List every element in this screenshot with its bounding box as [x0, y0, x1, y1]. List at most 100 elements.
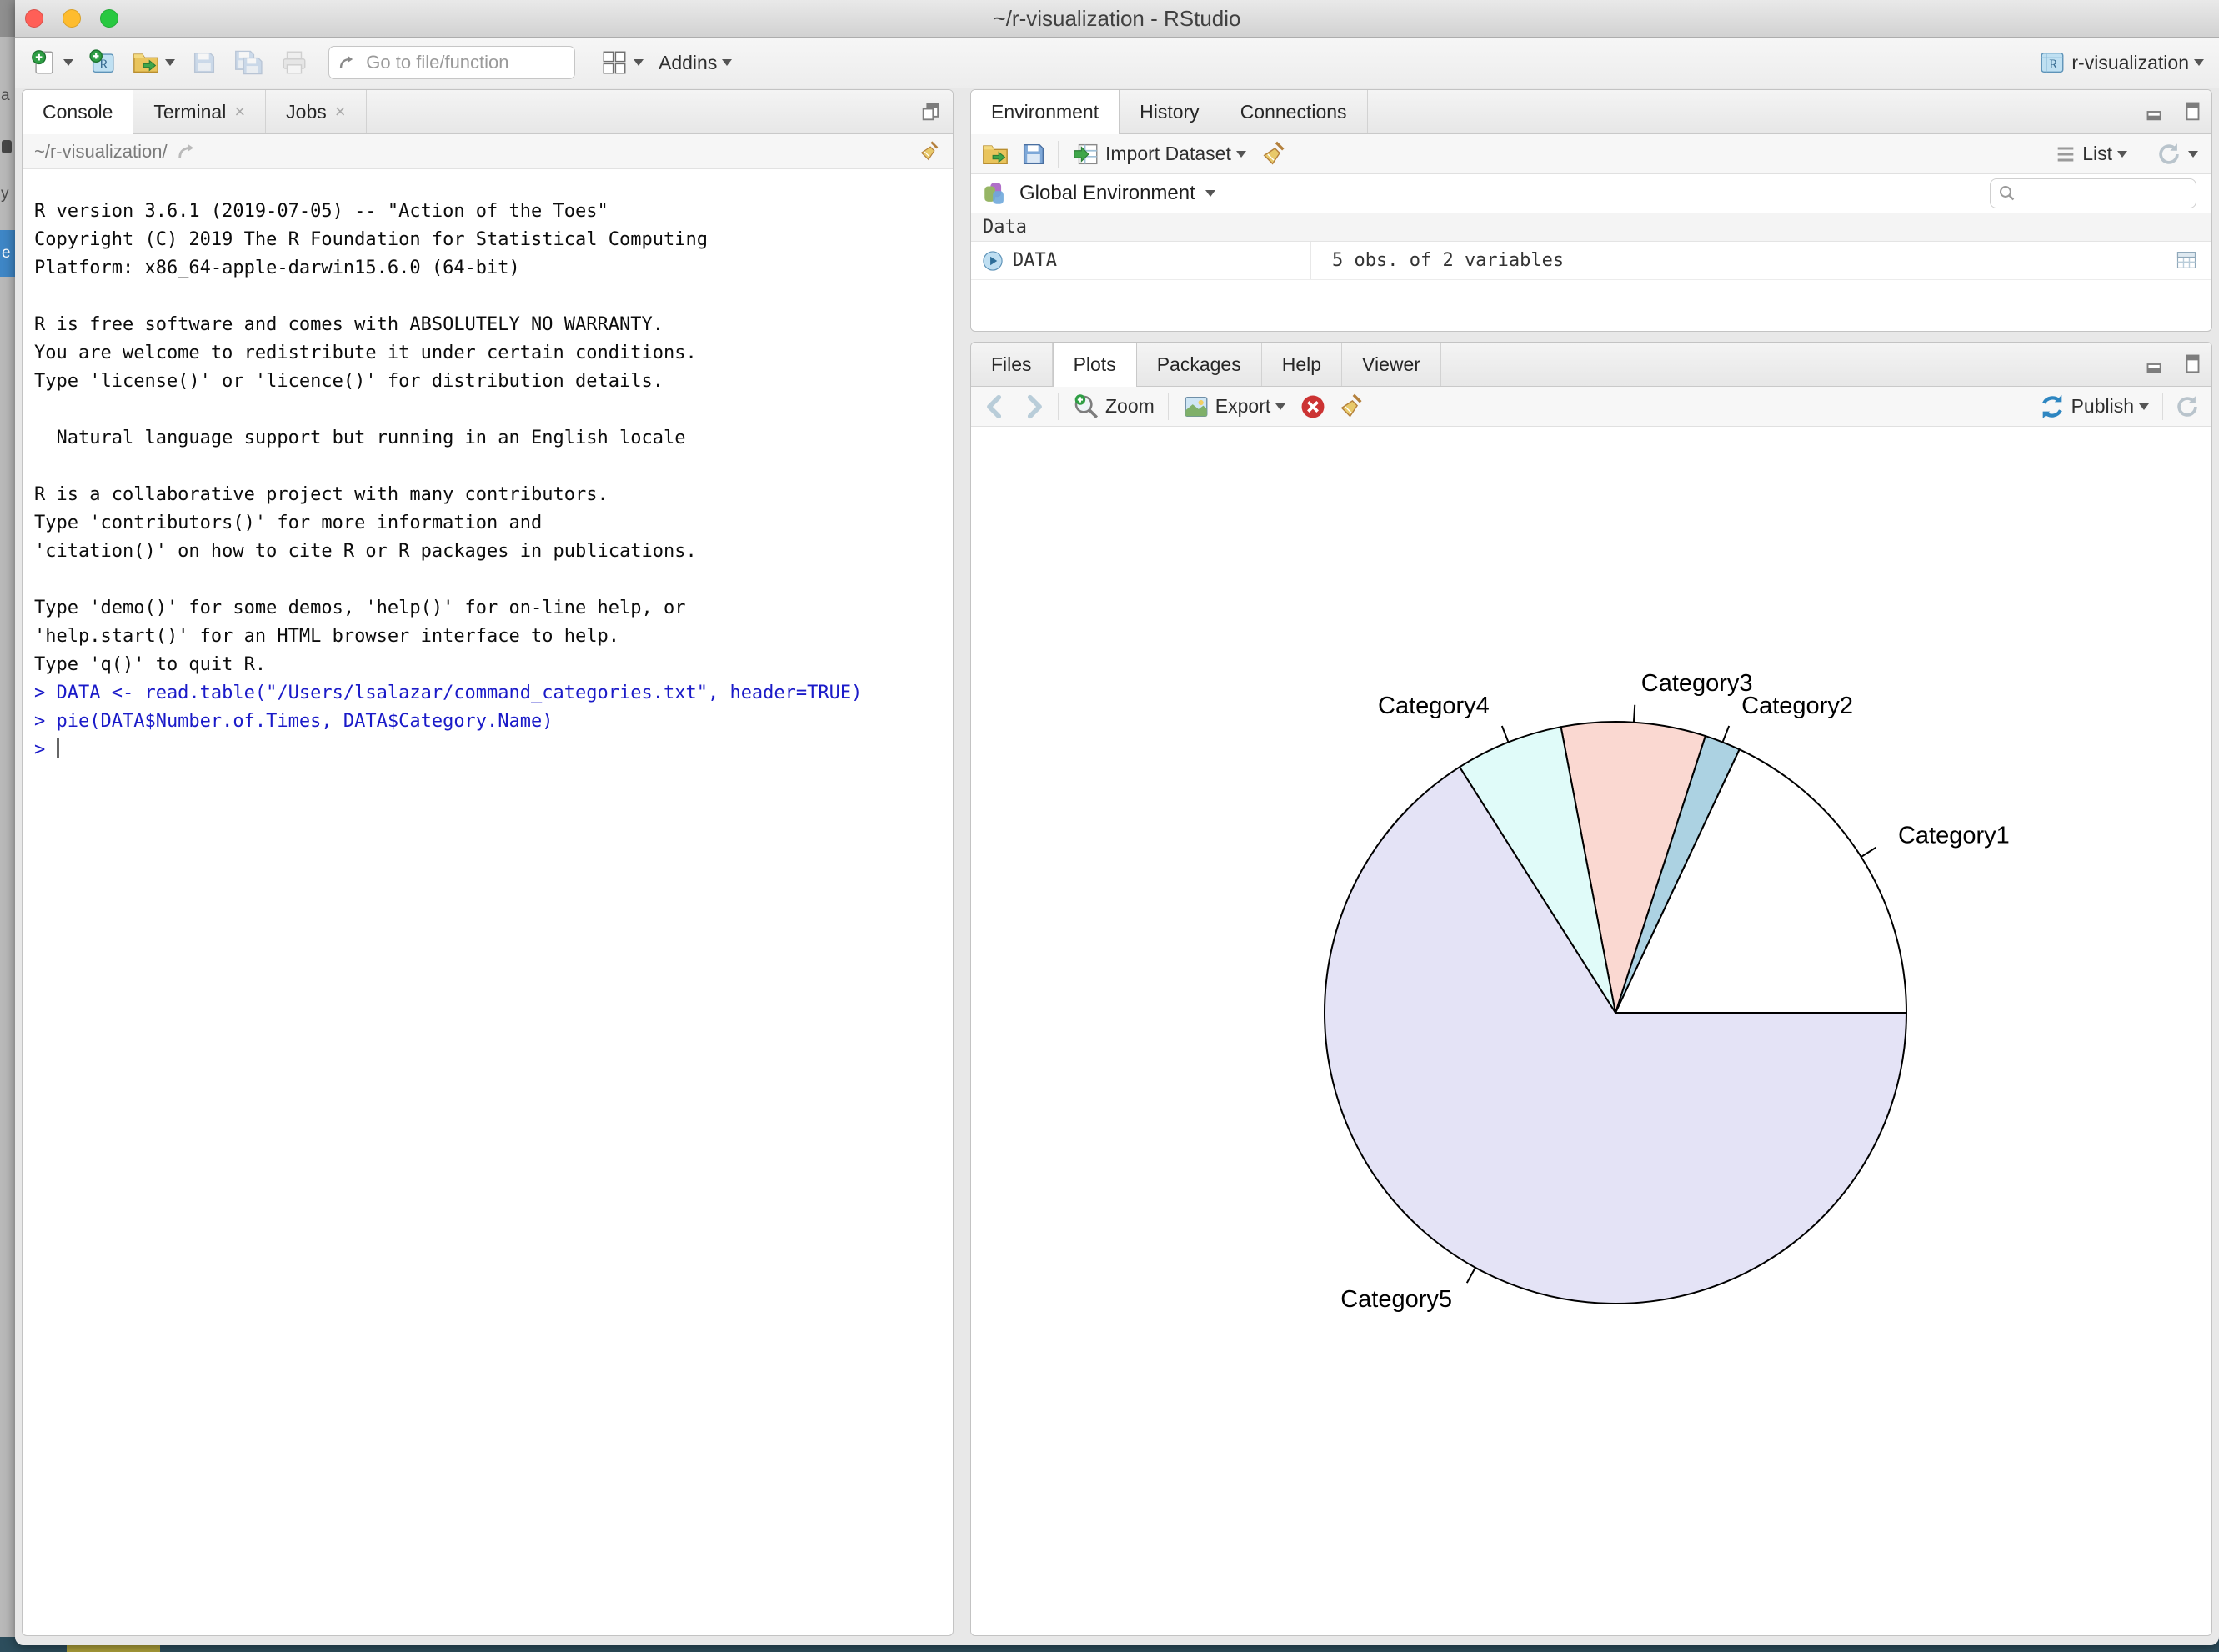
window-title: ~/r-visualization - RStudio	[15, 0, 2219, 37]
minimize-pane-icon[interactable]	[2145, 353, 2168, 376]
tab-jobs[interactable]: Jobs ×	[266, 90, 366, 133]
pie-label-leader	[1634, 705, 1635, 723]
print-button[interactable]	[277, 45, 312, 80]
pie-label-leader	[1467, 1268, 1475, 1283]
tab-terminal[interactable]: Terminal×	[133, 90, 266, 133]
view-data-icon[interactable]	[2175, 248, 2198, 272]
text-cursor	[57, 738, 59, 758]
pie-chart: Category1Category2Category3Category4Cate…	[971, 427, 2211, 1636]
expand-object-icon[interactable]	[981, 249, 1004, 273]
maximize-pane-icon[interactable]	[919, 100, 943, 123]
pie-label-category3: Category3	[1641, 670, 1753, 697]
export-plot-button[interactable]: Export	[1179, 389, 1289, 424]
pane-layout-icon	[600, 48, 629, 77]
pie-label-leader	[1861, 848, 1876, 857]
background-icon-fragment	[2, 140, 12, 153]
tab-label: Jobs	[286, 101, 327, 123]
tab-label: Environment	[991, 101, 1099, 123]
import-dataset-button[interactable]: Import Dataset	[1069, 137, 1250, 172]
tab-packages[interactable]: Packages	[1137, 343, 1262, 386]
plot-area: Category1Category2Category3Category4Cate…	[971, 427, 2211, 1636]
project-menu-button[interactable]: r-visualization	[2035, 45, 2207, 80]
chevron-down-icon[interactable]	[63, 59, 73, 66]
refresh-plot-icon[interactable]	[2173, 393, 2201, 421]
background-window-sliver: a y e	[0, 0, 15, 1637]
environment-search-box[interactable]	[1990, 178, 2196, 208]
chevron-down-icon	[1275, 403, 1285, 410]
pie-label-category4: Category4	[1378, 693, 1490, 719]
refresh-environment-button[interactable]	[2151, 137, 2201, 172]
addins-button[interactable]: Addins	[655, 48, 735, 78]
chevron-down-icon	[2139, 403, 2149, 410]
goto-arrow-icon	[338, 51, 358, 74]
tab-help[interactable]: Help	[1262, 343, 1342, 386]
chevron-down-icon[interactable]	[165, 59, 175, 66]
pie-label-category1: Category1	[1898, 822, 2010, 849]
environment-search-input[interactable]	[2022, 183, 2189, 204]
tab-environment[interactable]: Environment	[971, 90, 1120, 134]
console-body[interactable]: R version 3.6.1 (2019-07-05) -- "Action …	[23, 169, 953, 1598]
pie-label-leader	[1722, 726, 1729, 742]
tab-label: Console	[43, 101, 113, 123]
close-tab-icon[interactable]: ×	[335, 101, 346, 123]
print-icon	[280, 48, 308, 77]
pie-label-leader	[1502, 726, 1509, 742]
goto-directory-icon[interactable]	[176, 140, 199, 163]
save-workspace-icon[interactable]	[1019, 140, 1048, 168]
environment-tabs: Environment History Connections	[971, 90, 1368, 133]
tab-viewer[interactable]: Viewer	[1342, 343, 1441, 386]
minimize-pane-icon[interactable]	[2145, 100, 2168, 123]
background-text-fragment: y	[1, 185, 9, 203]
maximize-pane-icon[interactable]	[2178, 353, 2201, 376]
publish-icon	[2038, 393, 2066, 421]
maximize-pane-icon[interactable]	[2178, 100, 2201, 123]
tab-files[interactable]: Files	[971, 343, 1053, 386]
new-file-button[interactable]	[27, 45, 77, 80]
rstudio-window: ~/r-visualization - RStudio Addins r-vis…	[15, 0, 2219, 1645]
tab-label: Connections	[1240, 101, 1347, 123]
tab-label: History	[1140, 101, 1200, 123]
goto-file-input[interactable]	[364, 51, 566, 74]
background-selected-item-fragment: e	[0, 230, 15, 277]
list-view-button[interactable]: List	[2051, 139, 2131, 169]
console-commands: > DATA <- read.table("/Users/lsalazar/co…	[34, 679, 953, 736]
environment-object-list: DATA5 obs. of 2 variables	[971, 242, 2211, 280]
save-button[interactable]	[187, 45, 222, 80]
chevron-down-icon[interactable]	[634, 59, 644, 66]
console-prompt-line[interactable]: >	[34, 736, 953, 764]
console-tabs: Console Terminal× Jobs ×	[23, 90, 367, 133]
chevron-down-icon	[2194, 59, 2204, 66]
close-tab-icon[interactable]: ×	[234, 101, 245, 123]
environment-tabbar: Environment History Connections	[971, 90, 2211, 134]
clear-all-plots-icon[interactable]	[1337, 393, 1365, 421]
console-tabbar: Console Terminal× Jobs ×	[23, 90, 953, 134]
plots-toolbar: Zoom Export Publish	[971, 387, 2211, 427]
publish-label: Publish	[2071, 395, 2134, 418]
list-view-label: List	[2082, 143, 2112, 165]
open-file-button[interactable]	[128, 45, 178, 80]
load-workspace-icon[interactable]	[981, 140, 1009, 168]
chevron-down-icon	[722, 59, 732, 66]
tab-plots[interactable]: Plots	[1053, 343, 1137, 387]
titlebar[interactable]: ~/r-visualization - RStudio	[15, 0, 2219, 38]
previous-plot-icon[interactable]	[981, 393, 1009, 421]
tab-connections[interactable]: Connections	[1220, 90, 1368, 133]
chevron-down-icon[interactable]	[1205, 190, 1215, 197]
console-working-dir-bar: ~/r-visualization/	[23, 134, 953, 169]
new-document-icon	[30, 48, 58, 77]
object-name: DATA	[1013, 250, 1057, 271]
tab-console[interactable]: Console	[23, 90, 133, 134]
pane-layout-button[interactable]	[597, 45, 647, 80]
publish-button[interactable]: Publish	[2035, 389, 2152, 424]
environment-object-row[interactable]: DATA5 obs. of 2 variables	[971, 242, 2211, 280]
clear-environment-icon[interactable]	[1260, 140, 1288, 168]
next-plot-icon[interactable]	[1019, 393, 1048, 421]
zoom-plot-button[interactable]: Zoom	[1069, 389, 1158, 424]
clear-console-icon[interactable]	[918, 140, 941, 163]
remove-plot-icon[interactable]	[1299, 393, 1327, 421]
goto-file-box[interactable]	[328, 46, 575, 79]
save-icon	[190, 48, 218, 77]
tab-history[interactable]: History	[1120, 90, 1220, 133]
save-all-button[interactable]	[230, 45, 268, 80]
new-project-button[interactable]	[85, 45, 120, 80]
